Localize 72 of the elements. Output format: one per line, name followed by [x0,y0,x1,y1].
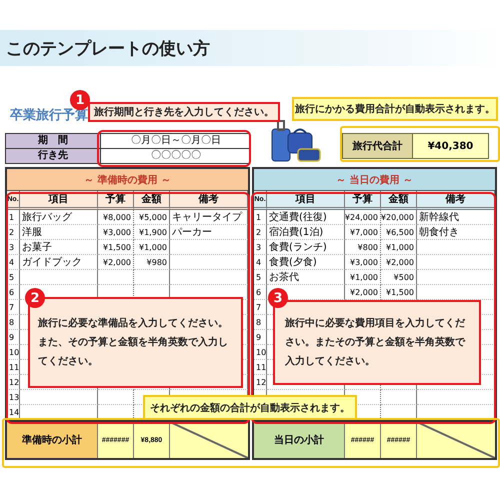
table-cell: ¥1,000 [134,240,170,255]
row-number: 7 [254,300,267,315]
table-cell: ¥2,000 [381,255,417,270]
row-number: 9 [7,330,20,345]
row-number: 12 [7,375,20,390]
subtotal-label: 準備時の小計 [7,422,98,458]
row-number: 1 [254,210,267,225]
table-cell: ¥1,900 [134,225,170,240]
page-title: このテンプレートの使い方 [6,38,210,60]
table-cell: 交通費(往復) [267,210,345,225]
table-cell: お茶代 [267,270,345,285]
note-text: それぞれの金額の合計が自動表示されます。 [143,395,357,420]
row-number: 13 [7,390,20,405]
table-cell: ¥500 [381,270,417,285]
row-number: 12 [254,375,267,390]
row-number: 6 [7,285,20,300]
table-cell: ¥20,000 [381,210,417,225]
table-title: ～ 準備時の費用 ～ [7,169,248,191]
table-cell: 食費(夕食) [267,255,345,270]
table-cell: ¥1,000 [345,270,381,285]
table-title: ～ 当日の費用 ～ [254,169,495,191]
table-cell: 宿泊費(1泊) [267,225,345,240]
row-number: 3 [7,240,20,255]
instruction-text: 旅行期間と行き先を入力してください。 [88,102,280,122]
table-cell: ¥1,000 [381,240,417,255]
table-cell: ¥3,000 [345,255,381,270]
row-number: 8 [7,315,20,330]
table-cell: ¥8,000 [98,210,134,225]
table-cell: お菓子 [20,240,98,255]
table-cell: 食費(ランチ) [267,240,345,255]
table-cell: 朝食付き [417,225,495,240]
field-label: 期 間 [6,134,101,149]
table-cell: ¥980 [134,255,170,270]
row-number: 2 [254,225,267,240]
row-number: 4 [7,255,20,270]
table-cell: ¥800 [345,240,381,255]
row-number: 9 [254,330,267,345]
subtotal-label: 当日の小計 [254,422,345,458]
table-cell: ¥1,500 [98,240,134,255]
table-cell: キャリータイプ [170,210,248,225]
table-cell: ¥2,000 [98,255,134,270]
row-number: 14 [7,405,20,420]
row-number: 1 [7,210,20,225]
row-number: 10 [254,345,267,360]
row-number: 3 [254,240,267,255]
row-number: 6 [254,285,267,300]
table-cell: ¥5,000 [134,210,170,225]
row-number: 5 [7,270,20,285]
row-number: 5 [254,270,267,285]
table-cell: パーカー [170,225,248,240]
table-cell: ¥6,500 [381,225,417,240]
row-number: 11 [7,360,20,375]
table-cell: 旅行バッグ [20,210,98,225]
table-cell: ¥24,000 [345,210,381,225]
column-header: 備考 [170,191,248,210]
table-cell: ¥7,000 [345,225,381,240]
row-number: 10 [7,345,20,360]
field-label: 行き先 [6,149,101,163]
table-cell: ¥3,000 [98,225,134,240]
row-number: 8 [254,315,267,330]
input-field[interactable]: 〇月〇日～〇月〇日 [101,134,251,149]
row-number: 11 [254,360,267,375]
note-text: 旅行にかかる費用合計が自動表示されます。 [292,97,498,121]
row-number: 7 [7,300,20,315]
row-number: 4 [254,255,267,270]
table-cell: ガイドブック [20,255,98,270]
table-cell: 新幹線代 [417,210,495,225]
total-value: ¥40,380 [413,134,488,158]
row-number: 2 [7,225,20,240]
total-label: 旅行代合計 [343,134,413,158]
step-badge: 1 [70,90,90,110]
table-cell: 洋服 [20,225,98,240]
